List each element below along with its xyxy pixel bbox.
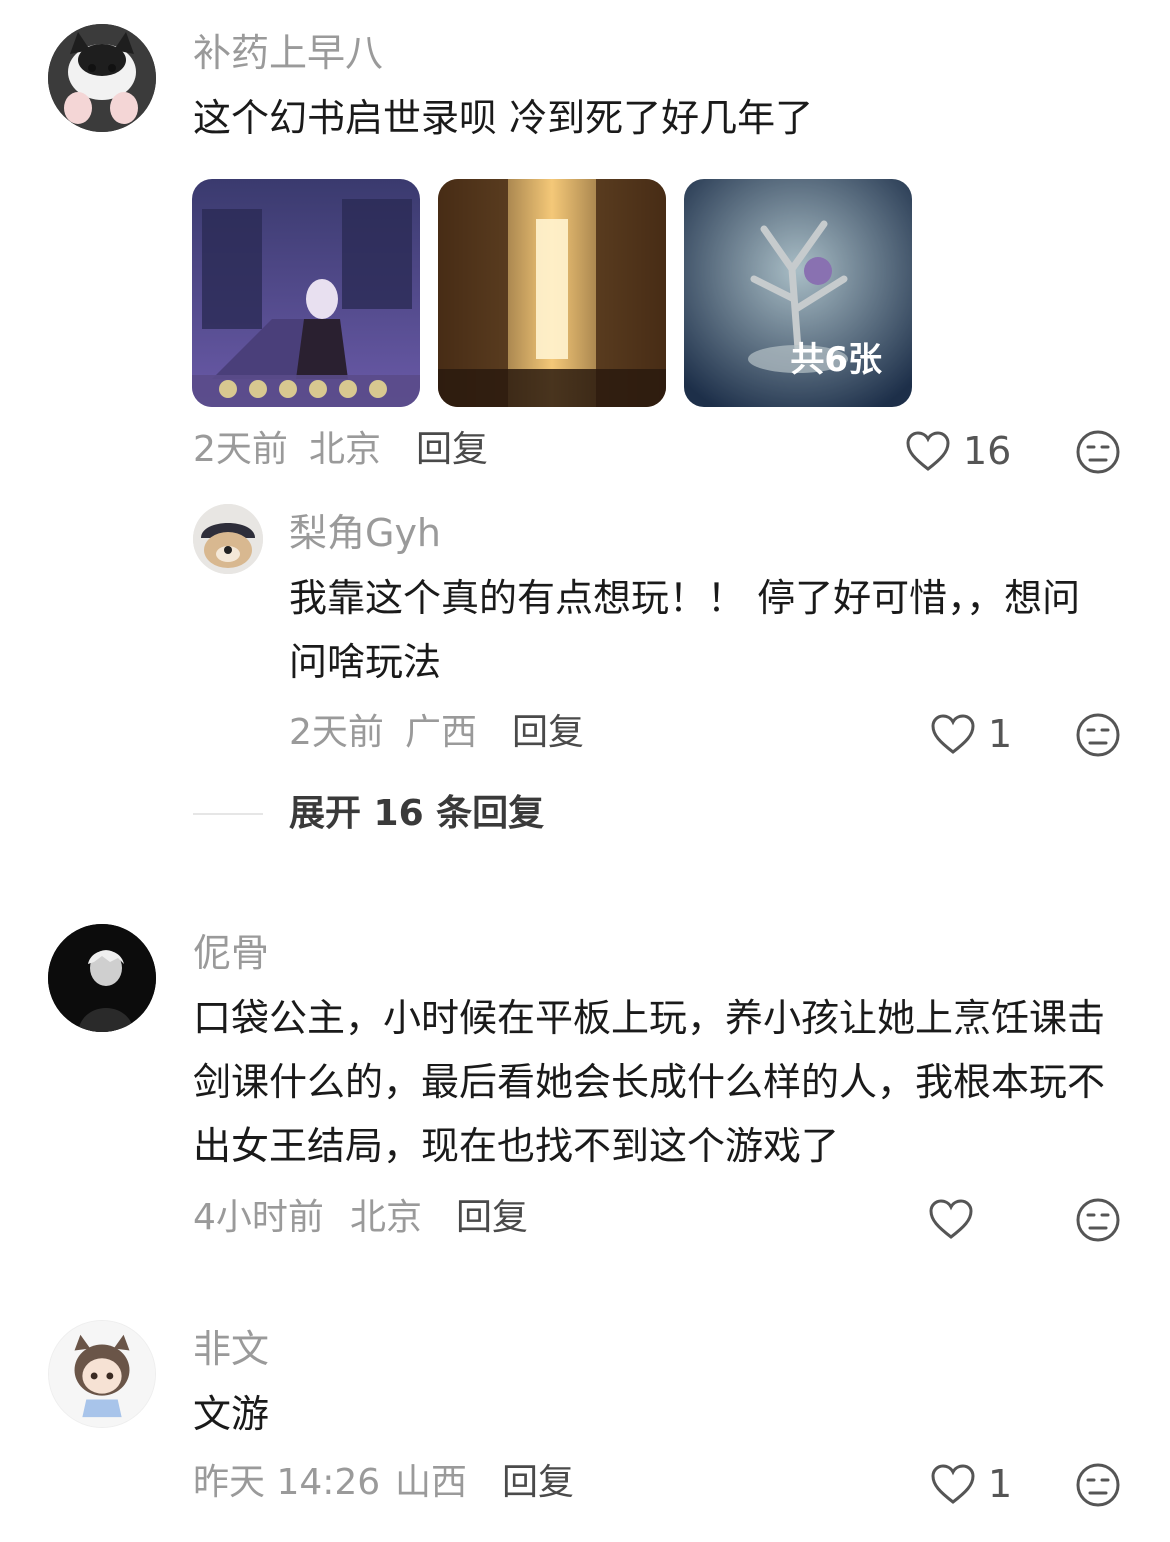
reply-location: 广西 (405, 712, 478, 753)
reply-button[interactable]: 回复 (512, 715, 584, 751)
heart-outline-icon (906, 431, 950, 471)
expand-divider (193, 813, 263, 815)
reply-text: 我靠这个真的有点想玩！！ 停了好可惜，，想问问啥玩法 (289, 576, 1081, 684)
reply-button[interactable]: 回复 (502, 1465, 574, 1501)
like-count: 1 (988, 1462, 1013, 1506)
dark-figure-avatar-image (48, 924, 156, 1032)
like-count: 16 (963, 429, 1012, 473)
comment-image-3[interactable]: 共6张 (684, 179, 912, 407)
comment-image-1[interactable] (192, 179, 420, 407)
like-count: 1 (988, 712, 1013, 756)
more-images-count: 共6张 (790, 340, 882, 380)
comment-location: 北京 (350, 1197, 423, 1238)
comment-text: 这个幻书启世录呗 冷到死了好几年了 (193, 96, 814, 140)
like-button[interactable]: 1 (930, 1463, 1012, 1505)
comment-username[interactable]: 伲骨 (193, 934, 269, 972)
comment-username[interactable]: 非文 (193, 1330, 269, 1368)
neutral-face-icon[interactable] (1075, 1197, 1121, 1243)
avatar[interactable] (193, 504, 263, 574)
heart-outline-icon (931, 714, 975, 754)
anime-girl-avatar-image (49, 1321, 155, 1427)
avatar[interactable] (48, 1320, 156, 1428)
comment-username[interactable]: 补药上早八 (193, 34, 383, 72)
cat-avatar-image (48, 24, 156, 132)
reply-time: 2天前 (289, 712, 384, 753)
dog-avatar-image (193, 504, 263, 574)
like-button[interactable]: 1 (930, 713, 1012, 755)
comment-text: 文游 (193, 1392, 270, 1436)
comment-location: 北京 (309, 429, 382, 470)
comment-time: 2天前 (193, 429, 288, 470)
like-button[interactable]: 16 (905, 430, 1011, 472)
neutral-face-icon[interactable] (1075, 429, 1121, 475)
reply-username[interactable]: 梨角Gyh (289, 514, 441, 552)
heart-outline-icon (931, 1464, 975, 1504)
avatar[interactable] (48, 24, 156, 132)
expand-replies-button[interactable]: 展开 16 条回复 (289, 796, 544, 832)
comment-time: 4小时前 (193, 1197, 324, 1238)
neutral-face-icon[interactable] (1075, 712, 1121, 758)
like-button[interactable] (928, 1198, 986, 1240)
reply-button[interactable]: 回复 (416, 432, 488, 468)
comment-location: 山西 (395, 1462, 468, 1503)
neutral-face-icon[interactable] (1075, 1462, 1121, 1508)
comment-text: 口袋公主，小时候在平板上玩，养小孩让她上烹饪课击剑课什么的，最后看她会长成什么样… (193, 996, 1106, 1168)
reply-button[interactable]: 回复 (456, 1200, 528, 1236)
heart-outline-icon (929, 1199, 973, 1239)
avatar[interactable] (48, 924, 156, 1032)
comment-time: 昨天 14:26 (193, 1462, 381, 1503)
comment-image-2[interactable] (438, 179, 666, 407)
